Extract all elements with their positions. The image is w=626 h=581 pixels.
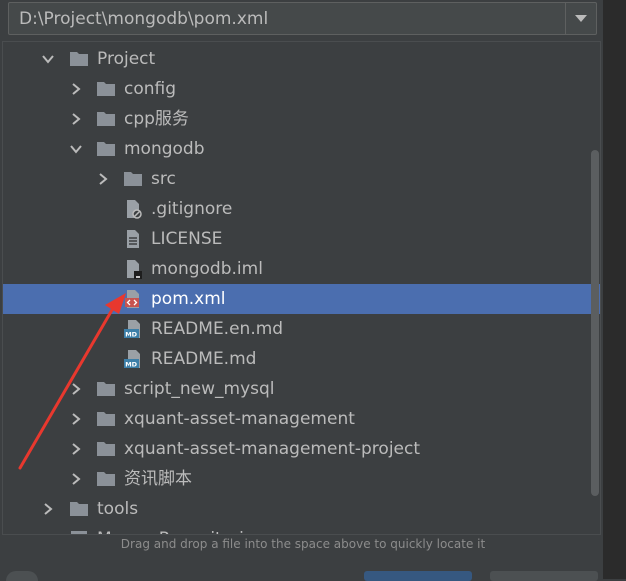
tree-label: cpp服务 xyxy=(124,109,189,129)
folder-icon xyxy=(97,382,115,396)
folder-icon xyxy=(97,412,115,426)
path-input[interactable] xyxy=(9,3,565,34)
path-bar xyxy=(8,2,597,35)
tree-label: .gitignore xyxy=(151,199,233,219)
tree-row-partial[interactable]: Maven Repositories xyxy=(3,524,600,534)
folder-icon xyxy=(124,172,142,186)
tree-row-zixun[interactable]: 资讯脚本 xyxy=(3,464,600,494)
tree-label: LICENSE xyxy=(151,229,223,249)
tree-row-tools[interactable]: tools xyxy=(3,494,600,524)
chevron-collapsed-icon[interactable] xyxy=(69,442,83,456)
chevron-collapsed-icon[interactable] xyxy=(69,112,83,126)
bottom-button-ok[interactable] xyxy=(364,571,472,581)
tree-row-gitignore[interactable]: .gitignore xyxy=(3,194,600,224)
tree-label: tools xyxy=(97,499,139,519)
chevron-expanded-icon[interactable] xyxy=(41,52,55,66)
tree-row-iml[interactable]: mongodb.iml xyxy=(3,254,600,284)
chevron-collapsed-icon[interactable] xyxy=(69,412,83,426)
tree-label: pom.xml xyxy=(151,289,226,309)
folder-icon xyxy=(97,142,115,156)
tree-row-pom[interactable]: pom.xml xyxy=(3,284,600,314)
chevron-collapsed-icon[interactable] xyxy=(69,382,83,396)
folder-icon xyxy=(70,502,88,516)
folder-icon xyxy=(97,112,115,126)
markdown-file-icon: MD xyxy=(124,350,140,369)
ignored-file-icon xyxy=(127,200,142,219)
tree-row-readme-en[interactable]: MD README.en.md xyxy=(3,314,600,344)
tree-label: xquant-asset-management-project xyxy=(124,439,421,459)
tree-row-readme[interactable]: MD README.md xyxy=(3,344,600,374)
right-editor-strip xyxy=(603,0,626,579)
tree-row-license[interactable]: LICENSE xyxy=(3,224,600,254)
folder-icon xyxy=(97,472,115,486)
folder-icon xyxy=(97,82,115,96)
bottom-button-left[interactable] xyxy=(6,571,38,581)
tree-label: xquant-asset-management xyxy=(124,409,355,429)
markdown-file-icon: MD xyxy=(124,320,140,339)
tree-row-src[interactable]: src xyxy=(3,164,600,194)
tree-row-script[interactable]: script_new_mysql xyxy=(3,374,600,404)
tree-label: mongodb xyxy=(124,139,205,159)
text-file-icon xyxy=(127,230,139,248)
tree-label: Maven Repositories xyxy=(97,527,263,534)
tree-label: mongodb.iml xyxy=(151,259,263,279)
tree-label: Project xyxy=(97,49,156,69)
tree-label: script_new_mysql xyxy=(124,379,275,399)
tree-row-xqam[interactable]: xquant-asset-management xyxy=(3,404,600,434)
file-tree: Project config cpp服务 mongodb src .gitign… xyxy=(2,41,601,535)
folder-icon xyxy=(70,52,88,66)
bottom-button-cancel[interactable] xyxy=(490,571,598,581)
svg-text:MD: MD xyxy=(125,361,137,369)
chevron-collapsed-icon[interactable] xyxy=(69,472,83,486)
drag-drop-hint: Drag and drop a file into the space abov… xyxy=(120,537,486,551)
chevron-collapsed-icon[interactable] xyxy=(69,82,83,96)
tree-row-xqamp[interactable]: xquant-asset-management-project xyxy=(3,434,600,464)
folder-icon xyxy=(97,442,115,456)
chevron-down-icon xyxy=(575,15,587,22)
chevron-collapsed-icon[interactable] xyxy=(41,502,55,516)
tree-row-config[interactable]: config xyxy=(3,74,600,104)
maven-xml-icon xyxy=(125,290,139,308)
tree-label: 资讯脚本 xyxy=(124,469,192,489)
svg-text:MD: MD xyxy=(125,331,137,339)
library-icon xyxy=(71,531,87,534)
tree-row-mongodb[interactable]: mongodb xyxy=(3,134,600,164)
tree-label: README.md xyxy=(151,349,257,369)
tree-label: src xyxy=(151,169,176,189)
chevron-collapsed-icon[interactable] xyxy=(96,172,110,186)
chevron-expanded-icon[interactable] xyxy=(69,142,83,156)
path-dropdown-button[interactable] xyxy=(565,3,596,34)
tree-row-project[interactable]: Project xyxy=(3,44,600,74)
tree-label: config xyxy=(124,79,177,99)
tree-row-cpp[interactable]: cpp服务 xyxy=(3,104,600,134)
module-file-icon xyxy=(127,260,142,279)
tree-label: README.en.md xyxy=(151,319,284,339)
vertical-scrollbar[interactable] xyxy=(591,150,599,496)
